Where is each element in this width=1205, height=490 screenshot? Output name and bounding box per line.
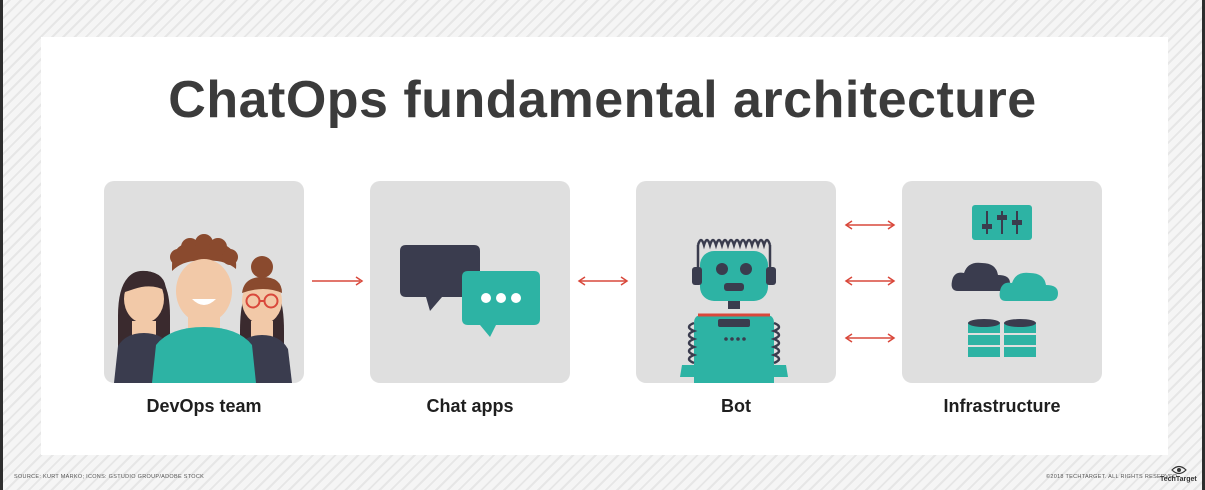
- techtarget-logo: TechTarget: [1160, 463, 1198, 485]
- cloud-icon: [951, 262, 1058, 301]
- control-panel-icon: [972, 205, 1032, 240]
- chat-apps-tile: [370, 181, 570, 383]
- source-credit: SOURCE: KURT MARKO; ICONS: GSTUDIO GROUP…: [14, 474, 205, 480]
- diagram-title: ChatOps fundamental architecture: [168, 71, 1037, 129]
- arrow-bot-infra-3: [844, 333, 896, 343]
- infrastructure-tile: [902, 181, 1102, 383]
- arrow-bot-infra-1: [844, 220, 896, 230]
- people-icon: [114, 234, 292, 383]
- arrow-chat-bot-bidirectional: [577, 276, 629, 286]
- devops-team-tile: [104, 181, 304, 383]
- speech-bubbles-icon: [400, 245, 540, 337]
- chat-apps-label: Chat apps: [426, 396, 514, 416]
- bot-label: Bot: [721, 396, 751, 416]
- eye-icon: [1171, 465, 1187, 475]
- database-icon: [968, 319, 1036, 357]
- copyright-notice: ©2018 TECHTARGET. ALL RIGHTS RESERVED: [1046, 474, 1178, 480]
- devops-team-label: DevOps team: [146, 396, 262, 416]
- infrastructure-label: Infrastructure: [943, 396, 1061, 416]
- bot-tile: [636, 181, 836, 383]
- robot-icon: [680, 238, 788, 383]
- arrow-devops-to-chat: [312, 276, 364, 286]
- arrow-bot-infra-2: [844, 276, 896, 286]
- brand-name: TechTarget: [1160, 476, 1197, 483]
